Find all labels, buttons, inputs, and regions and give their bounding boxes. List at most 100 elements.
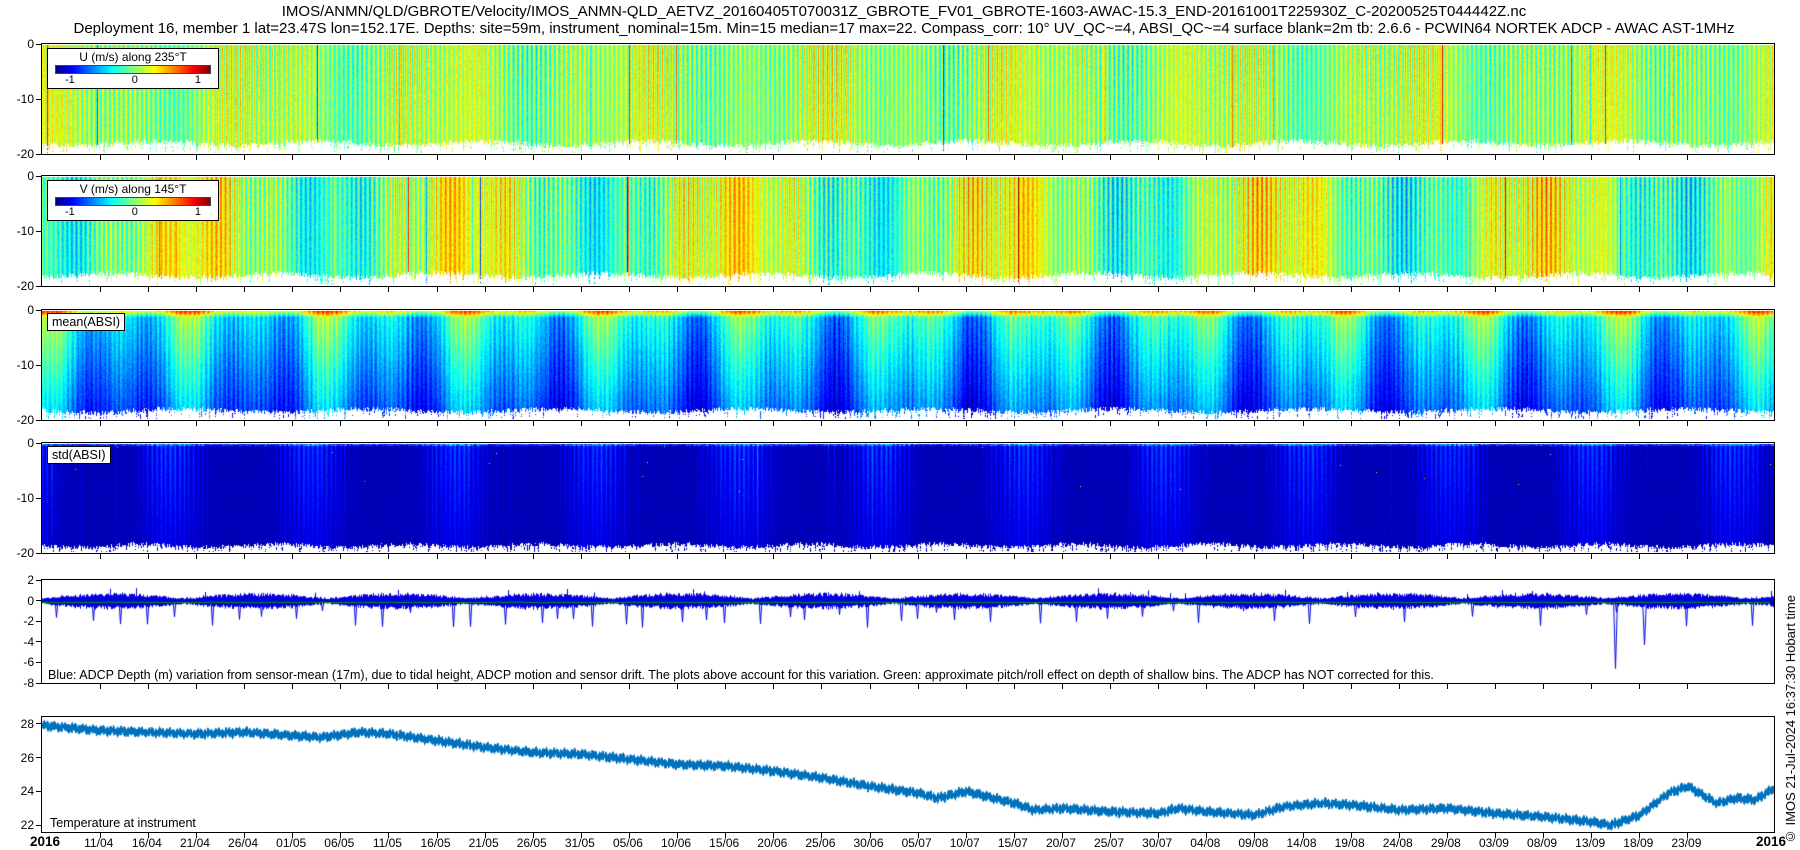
x-tick: [677, 155, 678, 160]
x-tick: [1399, 684, 1400, 689]
x-tick-label: 15/07: [998, 836, 1028, 850]
y-tick-label: -2: [0, 613, 34, 629]
x-tick: [100, 421, 101, 426]
x-tick: [821, 421, 822, 426]
x-tick-label: 29/08: [1431, 836, 1461, 850]
x-tick: [1399, 421, 1400, 426]
x-tick: [388, 287, 389, 292]
x-tick-label: 30/07: [1142, 836, 1172, 850]
x-tick: [581, 554, 582, 559]
x-tick: [870, 155, 871, 160]
x-tick-label: 10/07: [950, 836, 980, 850]
x-tick: [244, 554, 245, 559]
x-tick: [292, 155, 293, 160]
y-tick: [36, 757, 41, 758]
x-tick: [966, 287, 967, 292]
x-tick: [1399, 287, 1400, 292]
x-tick: [100, 554, 101, 559]
x-tick: [1303, 684, 1304, 689]
x-tick: [821, 155, 822, 160]
colorbar-tick-label: -1: [65, 206, 75, 218]
x-tick: [821, 287, 822, 292]
x-tick: [870, 421, 871, 426]
x-tick: [1639, 421, 1640, 426]
x-tick: [1447, 684, 1448, 689]
panel-mean-absi: mean(ABSI) 0-10-20: [41, 309, 1775, 421]
y-tick: [36, 641, 41, 642]
x-tick: [388, 421, 389, 426]
x-tick: [1158, 554, 1159, 559]
x-tick: [773, 155, 774, 160]
x-tick: [966, 554, 967, 559]
x-tick: [581, 155, 582, 160]
y-tick: [36, 553, 41, 554]
x-tick: [1591, 155, 1592, 160]
y-tick: [36, 683, 41, 684]
v-velocity-heatmap: [42, 176, 1774, 286]
x-tick: [1206, 554, 1207, 559]
x-tick-label: 16/04: [132, 836, 162, 850]
x-tick: [1062, 421, 1063, 426]
x-tick: [1591, 287, 1592, 292]
x-tick: [437, 684, 438, 689]
x-tick: [677, 684, 678, 689]
x-tick: [1110, 554, 1111, 559]
x-tick: [870, 287, 871, 292]
x-tick: [629, 684, 630, 689]
x-tick: [533, 287, 534, 292]
x-tick: [1158, 287, 1159, 292]
x-tick: [581, 421, 582, 426]
x-tick: [1351, 155, 1352, 160]
y-tick-label: -20: [0, 412, 34, 428]
y-tick: [36, 723, 41, 724]
x-tick: [629, 554, 630, 559]
x-tick: [485, 554, 486, 559]
x-tick: [1399, 155, 1400, 160]
x-tick: [677, 287, 678, 292]
y-tick-label: 0: [0, 36, 34, 52]
x-tick-label: 13/09: [1575, 836, 1605, 850]
x-tick: [100, 287, 101, 292]
copyright-vertical-text: © IMOS 21-Jul-2024 16:37:30 Hobart time: [1783, 595, 1798, 844]
x-tick: [821, 684, 822, 689]
y-tick-label: -10: [0, 490, 34, 506]
y-tick-label: 22: [0, 817, 34, 833]
x-tick: [340, 421, 341, 426]
x-tick: [1543, 155, 1544, 160]
x-tick: [1639, 684, 1640, 689]
y-tick: [36, 443, 41, 444]
panel-std-absi: std(ABSI) 0-10-20: [41, 442, 1775, 554]
colorbar-tick-label: -1: [65, 74, 75, 86]
x-tick: [1014, 155, 1015, 160]
x-tick: [1351, 287, 1352, 292]
y-tick: [36, 365, 41, 366]
x-tick: [1447, 155, 1448, 160]
y-tick: [36, 99, 41, 100]
y-tick-label: 0: [0, 302, 34, 318]
u-velocity-heatmap: [42, 44, 1774, 154]
x-tick: [196, 684, 197, 689]
x-tick: [244, 287, 245, 292]
y-tick-label: -20: [0, 545, 34, 561]
x-tick-label: 03/09: [1479, 836, 1509, 850]
x-tick: [918, 554, 919, 559]
x-tick: [1062, 155, 1063, 160]
x-tick: [1158, 155, 1159, 160]
y-tick: [36, 825, 41, 826]
x-tick: [725, 155, 726, 160]
x-axis-year-end: 2016: [1756, 834, 1786, 849]
x-tick: [870, 554, 871, 559]
x-tick: [1447, 287, 1448, 292]
x-tick: [918, 684, 919, 689]
x-tick-label: 25/07: [1094, 836, 1124, 850]
x-tick: [244, 421, 245, 426]
mean-absi-heatmap: [42, 310, 1774, 420]
u-colorbar-legend: U (m/s) along 235°T -1 0 1: [47, 48, 219, 89]
jet-colorbar-v: [55, 197, 211, 206]
x-tick: [918, 287, 919, 292]
x-tick-label: 19/08: [1335, 836, 1365, 850]
y-tick: [36, 420, 41, 421]
v-colorbar-tick-labels: -1 0 1: [53, 206, 213, 218]
x-tick: [1254, 421, 1255, 426]
x-tick: [533, 155, 534, 160]
